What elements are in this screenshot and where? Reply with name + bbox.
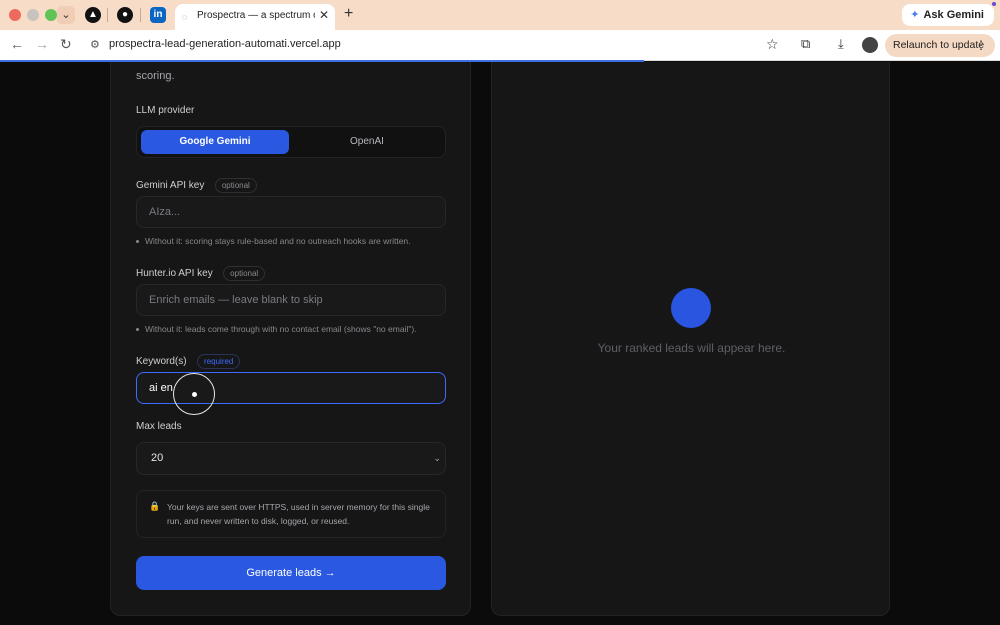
- optional-badge: optional: [223, 266, 266, 281]
- loading-spinner-icon: [671, 288, 711, 328]
- gemini-key-label-row: Gemini API key optional: [136, 175, 257, 193]
- browser-tabstrip: ⌄ ▲ ● in ◌ Prospectra — a spectrum of le…: [0, 0, 1000, 30]
- generate-leads-button[interactable]: Generate leads →: [136, 556, 446, 590]
- gemini-hint-text: Without it: scoring stays rule-based and…: [145, 236, 411, 246]
- hunter-hint-text: Without it: leads come through with no c…: [145, 324, 417, 334]
- keywords-label-row: Keyword(s) required: [136, 351, 241, 369]
- profile-avatar[interactable]: [862, 37, 878, 53]
- results-panel: Your ranked leads will appear here.: [491, 62, 890, 616]
- more-vertical-icon[interactable]: ⋮: [975, 34, 987, 57]
- intro-text-fragment: scoring.: [136, 70, 175, 82]
- tab-divider: [140, 8, 141, 22]
- close-window-button[interactable]: [9, 9, 21, 21]
- back-arrow-icon[interactable]: ←: [10, 36, 24, 52]
- ask-gemini-button[interactable]: ✦ Ask Gemini: [902, 4, 994, 26]
- gemini-key-hint: Without it: scoring stays rule-based and…: [136, 236, 411, 246]
- max-leads-label: Max leads: [136, 421, 182, 432]
- active-tab[interactable]: ◌ Prospectra — a spectrum of lead ✕: [175, 4, 335, 30]
- extensions-puzzle-icon[interactable]: ⧉: [801, 36, 810, 52]
- reload-icon[interactable]: ↻: [60, 36, 72, 53]
- pinned-tab-github[interactable]: ●: [117, 7, 133, 23]
- forward-arrow-icon[interactable]: →: [35, 36, 49, 52]
- security-notice: 🔒 Your keys are sent over HTTPS, used in…: [136, 490, 446, 538]
- cursor-pointer: [192, 392, 197, 397]
- relaunch-to-update-button[interactable]: Relaunch to update ⋮: [885, 34, 995, 57]
- hunter-key-label: Hunter.io API key: [136, 268, 213, 279]
- llm-provider-label: LLM provider: [136, 105, 195, 116]
- relaunch-label: Relaunch to update: [893, 39, 985, 51]
- close-tab-icon[interactable]: ✕: [319, 8, 329, 22]
- required-badge: required: [197, 354, 241, 369]
- lock-icon: 🔒: [149, 501, 161, 511]
- gemini-spark-icon: ✦: [910, 9, 920, 21]
- downloads-icon[interactable]: ⤓: [838, 36, 844, 52]
- results-empty-state: Your ranked leads will appear here.: [597, 341, 786, 355]
- gemini-api-key-input[interactable]: AIza...: [136, 196, 446, 228]
- pinned-tab-linkedin[interactable]: in: [150, 7, 166, 23]
- pinned-tab-vercel[interactable]: ▲: [85, 7, 101, 23]
- chevron-down-icon: ⌄: [433, 453, 441, 463]
- new-tab-plus-icon[interactable]: +: [344, 5, 353, 23]
- ask-gemini-label: Ask Gemini: [923, 9, 984, 21]
- hunter-key-hint: Without it: leads come through with no c…: [136, 324, 417, 334]
- gemini-key-label: Gemini API key: [136, 180, 205, 191]
- max-leads-value: 20: [151, 452, 164, 464]
- lead-form-panel: scoring. LLM provider Google Gemini Open…: [110, 62, 471, 616]
- max-leads-select[interactable]: 20 ⌄: [136, 442, 446, 475]
- llm-provider-toggle: Google Gemini OpenAI: [136, 126, 446, 158]
- tab-divider: [107, 8, 108, 22]
- browser-toolbar: ← → ↻ ⚙ prospectra-lead-generation-autom…: [0, 30, 1000, 61]
- keywords-label: Keyword(s): [136, 356, 187, 367]
- bookmark-star-icon[interactable]: ☆: [766, 36, 779, 53]
- provider-option-openai[interactable]: OpenAI: [293, 130, 441, 154]
- address-bar[interactable]: prospectra-lead-generation-automati.verc…: [109, 38, 341, 50]
- maximize-window-button[interactable]: [45, 9, 57, 21]
- tab-title: Prospectra — a spectrum of lead: [197, 10, 315, 21]
- site-settings-icon[interactable]: ⚙: [90, 38, 100, 51]
- minimize-window-button[interactable]: [27, 9, 39, 21]
- hunter-key-label-row: Hunter.io API key optional: [136, 263, 266, 281]
- hunter-api-key-input[interactable]: Enrich emails — leave blank to skip: [136, 284, 446, 316]
- provider-option-gemini[interactable]: Google Gemini: [141, 130, 289, 154]
- optional-badge: optional: [214, 178, 257, 193]
- notification-dot: [992, 2, 996, 6]
- security-notice-text: Your keys are sent over HTTPS, used in s…: [167, 502, 430, 526]
- loading-favicon-icon: ◌: [182, 12, 188, 22]
- tab-search-chevron-icon[interactable]: ⌄: [57, 6, 75, 24]
